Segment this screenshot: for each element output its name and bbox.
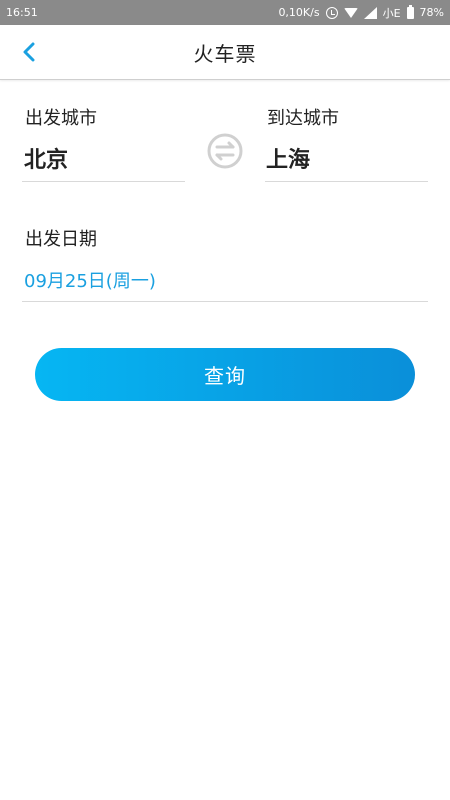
departure-date-value[interactable]: 09月25日(周一)	[24, 267, 156, 293]
back-button[interactable]	[18, 41, 40, 63]
battery-icon	[406, 4, 414, 19]
alarm-icon	[325, 6, 338, 19]
signal-icon	[363, 6, 377, 19]
status-time: 16:51	[6, 6, 38, 19]
status-right: 0,10K/s 小E 78%	[278, 4, 444, 21]
screen: 16:51 0,10K/s 小E 78% 火车票 出发城市 北京 到达城市 上海…	[0, 0, 450, 800]
arrival-underline	[265, 181, 428, 182]
arrival-city-value[interactable]: 上海	[266, 142, 310, 174]
arrival-city-label: 到达城市	[267, 108, 339, 129]
date-underline	[22, 301, 428, 302]
departure-city-label: 出发城市	[25, 108, 97, 129]
app-header: 火车票	[0, 25, 450, 80]
carrier-label: 小E	[382, 6, 401, 20]
swap-cities-button[interactable]	[207, 133, 243, 169]
swap-arrows-icon	[207, 133, 243, 169]
battery-percent: 78%	[419, 6, 444, 19]
query-button-label: 查询	[204, 364, 246, 388]
wifi-icon	[343, 7, 358, 18]
status-bar: 16:51 0,10K/s 小E 78%	[0, 0, 450, 25]
departure-city-value[interactable]: 北京	[24, 142, 68, 174]
query-button[interactable]: 查询	[35, 348, 415, 401]
chevron-left-icon	[23, 42, 35, 62]
departure-underline	[22, 181, 185, 182]
page-title: 火车票	[193, 41, 257, 66]
departure-date-label: 出发日期	[25, 229, 97, 250]
network-speed: 0,10K/s	[278, 6, 320, 19]
